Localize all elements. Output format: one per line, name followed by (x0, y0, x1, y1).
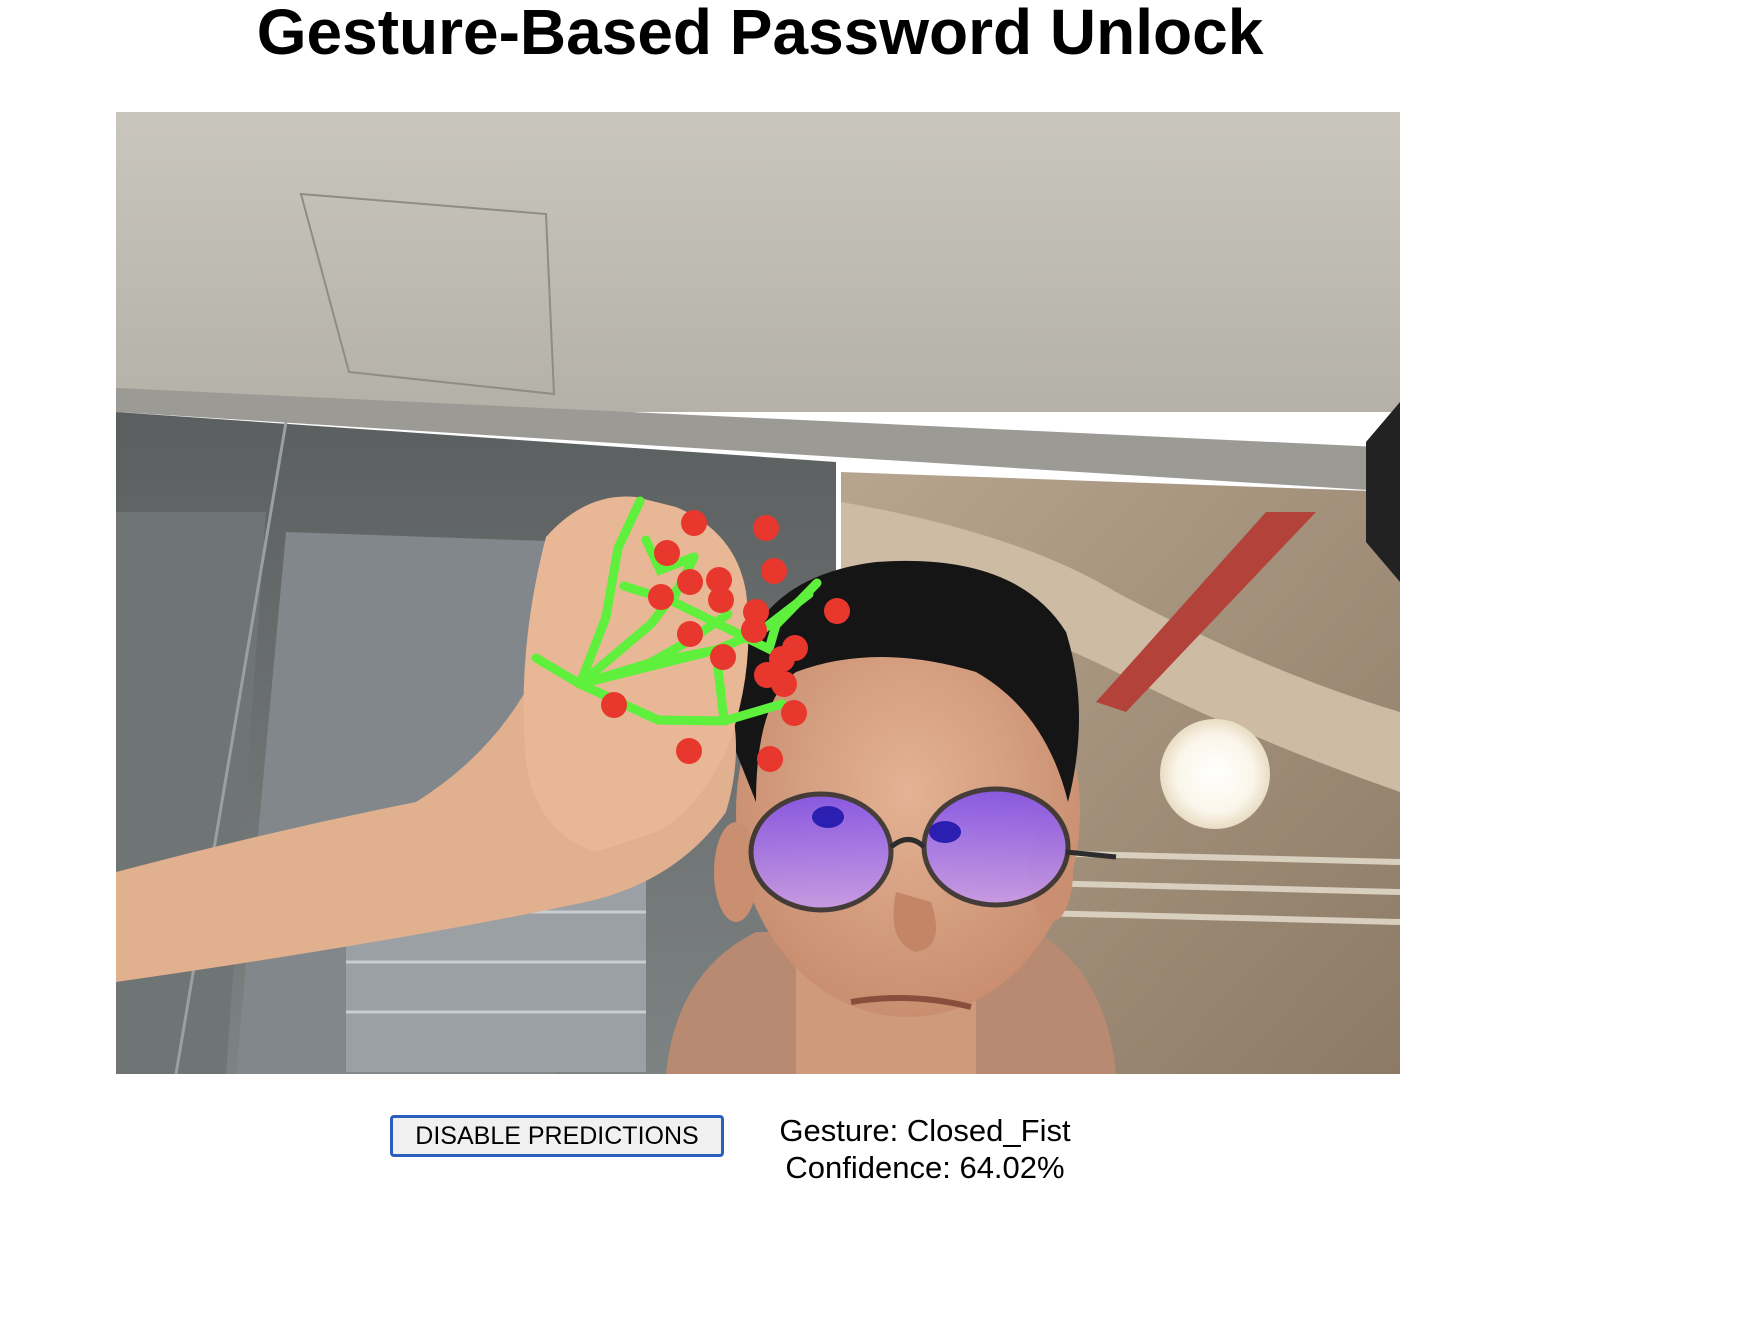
page-title: Gesture-Based Password Unlock (256, 0, 1264, 68)
disable-predictions-button[interactable]: DISABLE PREDICTIONS (390, 1115, 724, 1157)
confidence-label: Confidence: 64.02% (785, 1150, 1065, 1185)
gesture-result-panel: Gesture: Closed_Fist Confidence: 64.02% (750, 1112, 1100, 1186)
webcam-frame-image (116, 112, 1400, 1074)
gesture-label: Gesture: Closed_Fist (779, 1113, 1071, 1148)
webcam-video-feed (116, 112, 1400, 1074)
